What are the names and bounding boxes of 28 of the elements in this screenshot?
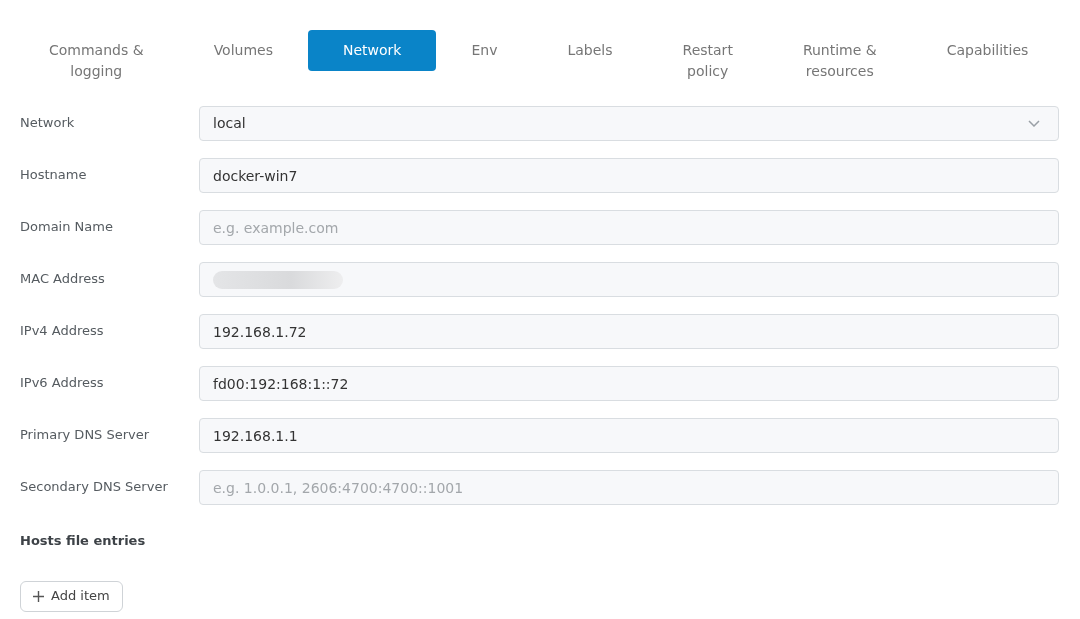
input-field[interactable]: fd00:192:168:1::72 [199, 366, 1059, 401]
field-label: Secondary DNS Server [20, 479, 168, 494]
field-label: IPv6 Address [20, 375, 104, 390]
add-item-button[interactable]: Add item [20, 580, 123, 612]
input-field[interactable]: 192.168.1.72 [199, 314, 1059, 349]
input-field[interactable]: e.g. example.com [199, 210, 1059, 245]
tab[interactable]: Capabilities [911, 30, 1064, 71]
tab[interactable]: Env [436, 30, 533, 71]
tab[interactable]: Runtime & resources [767, 30, 912, 92]
input-field[interactable]: e.g. 1.0.0.1, 2606:4700:4700::1001 [199, 470, 1059, 505]
input-field[interactable]: 192.168.1.1 [199, 418, 1059, 453]
chevron-down-icon [1028, 120, 1040, 127]
tab[interactable]: Volumes [178, 30, 308, 71]
field-label: Network [20, 115, 75, 130]
tab[interactable]: Restart policy [647, 30, 768, 92]
field-label: MAC Address [20, 271, 105, 286]
input-field[interactable] [199, 262, 1059, 297]
field-label: Primary DNS Server [20, 427, 150, 442]
select-field[interactable]: local [199, 106, 1059, 141]
field-label: Hostname [20, 167, 87, 182]
field-label: Domain Name [20, 219, 113, 234]
section-heading: Hosts file entries [20, 532, 146, 550]
tab[interactable]: Labels [532, 30, 648, 71]
field-label: IPv4 Address [20, 323, 104, 338]
plus-icon [33, 590, 44, 602]
input-field[interactable]: docker-win7 [199, 158, 1059, 193]
tab[interactable]: Network [308, 30, 437, 71]
tab[interactable]: Commands & logging [14, 30, 179, 92]
